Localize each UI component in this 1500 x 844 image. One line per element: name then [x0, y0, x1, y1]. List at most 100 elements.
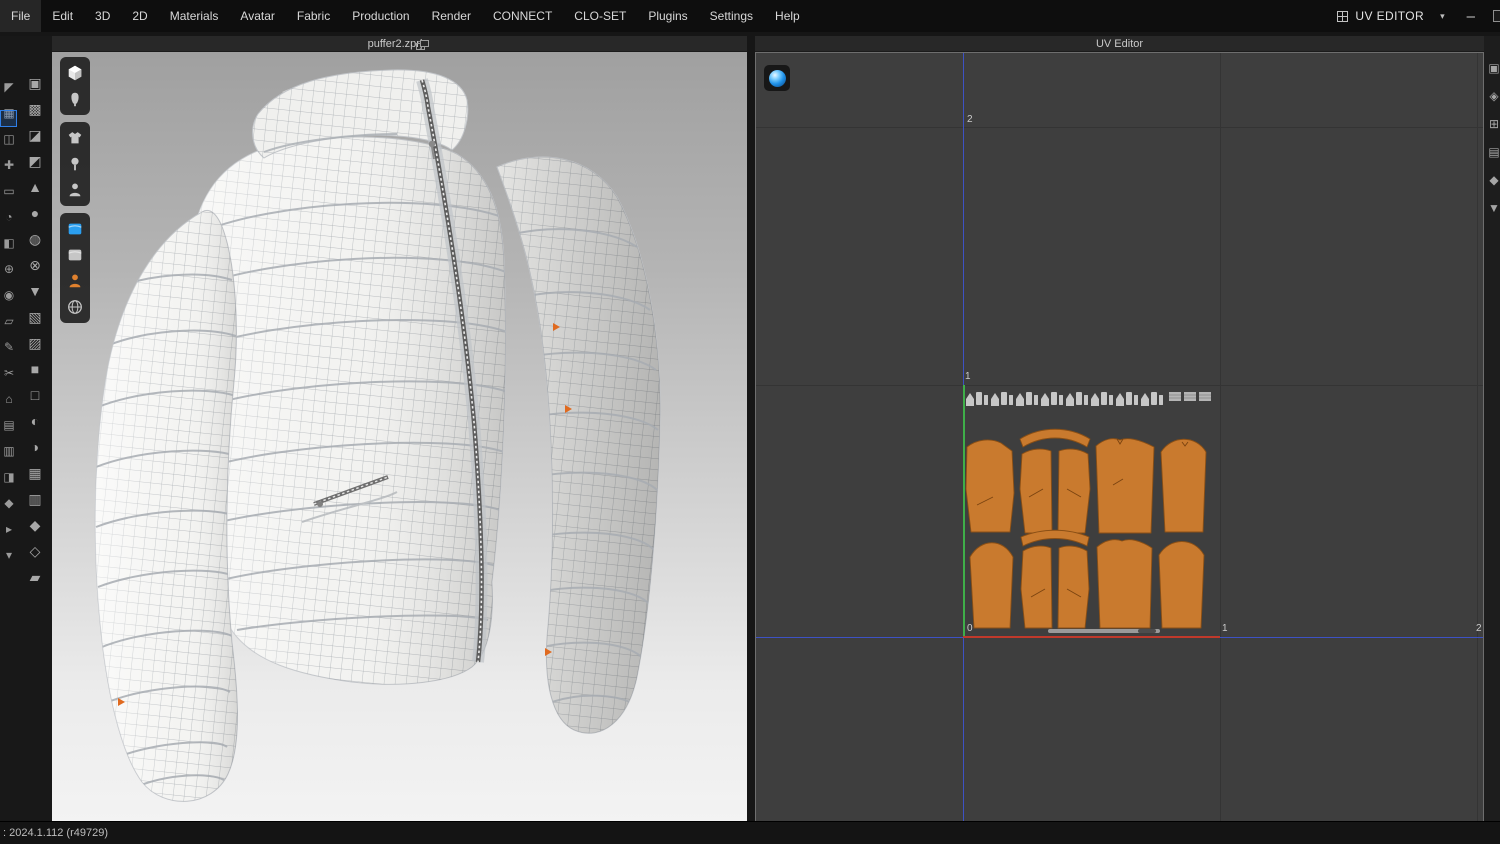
tool-icon[interactable]: ⊗ [18, 252, 52, 278]
menu-item[interactable]: Help [764, 0, 811, 32]
uv-piece-front-left[interactable] [1019, 448, 1053, 534]
tool-icon[interactable]: ⊞ [1484, 116, 1500, 132]
menu-item[interactable]: Plugins [637, 0, 698, 32]
tool-icon[interactable]: ▸ [0, 516, 18, 542]
selected-tool-highlight[interactable] [0, 110, 17, 127]
tool-icon[interactable]: ◑ [18, 434, 52, 460]
tool-icon[interactable]: ◤ [0, 74, 18, 100]
pocket-zipper-pull[interactable] [317, 501, 323, 507]
window-corner-icon[interactable] [1493, 10, 1500, 22]
tool-icon[interactable]: □ [18, 382, 52, 408]
uv-piece-front-lower-left[interactable] [1020, 545, 1053, 629]
menu-item[interactable]: CLO-SET [563, 0, 637, 32]
material-sphere-button[interactable] [764, 65, 790, 91]
tool-icon[interactable]: ▰ [18, 564, 52, 590]
uv-piece-sleeve-top[interactable] [1160, 438, 1207, 533]
menu-item[interactable]: Edit [41, 0, 84, 32]
menu-item[interactable]: File [0, 0, 42, 32]
pin-icon[interactable] [64, 153, 86, 175]
menu-item[interactable]: Avatar [229, 0, 285, 32]
globe-icon[interactable] [64, 296, 86, 318]
uv-piece-sleeve-bottom[interactable] [1158, 541, 1205, 629]
uv-piece-back-bottom[interactable] [1096, 539, 1153, 629]
tool-icon[interactable]: ✎ [0, 334, 18, 360]
tool-icon[interactable]: ✚ [0, 152, 18, 178]
panel-divider[interactable] [747, 36, 755, 822]
menu-item[interactable]: 3D [84, 0, 121, 32]
uv-piece-front-right[interactable] [1057, 448, 1091, 534]
garment-shirt-icon[interactable] [64, 127, 86, 149]
uv-piece-sleeve-lower-left[interactable] [969, 542, 1014, 629]
tool-icon[interactable]: ◉ [0, 282, 18, 308]
menu-item[interactable]: Materials [159, 0, 230, 32]
tool-icon[interactable]: ▲ [18, 174, 52, 200]
minimize-button[interactable]: – [1461, 8, 1481, 25]
tool-icon[interactable]: ▩ [18, 96, 52, 122]
menu-item[interactable]: 2D [121, 0, 158, 32]
tool-icon[interactable]: ▤ [0, 412, 18, 438]
tool-icon[interactable]: ◨ [0, 464, 18, 490]
tool-icon[interactable]: ■ [18, 356, 52, 382]
uv-editor-mode-selector[interactable]: UV EDITOR [1337, 9, 1424, 23]
tool-icon[interactable]: ◆ [0, 490, 18, 516]
menu-item[interactable]: Render [421, 0, 482, 32]
pattern-thumbnails-row[interactable] [966, 391, 1212, 406]
cube-3d-view-icon[interactable] [64, 62, 86, 84]
jacket-right-sleeve[interactable] [496, 156, 661, 734]
tool-icon[interactable]: ▥ [18, 486, 52, 512]
tool-icon[interactable]: ▥ [0, 438, 18, 464]
tool-icon[interactable]: ◩ [18, 148, 52, 174]
tool-icon[interactable]: ◔ [0, 204, 18, 230]
tool-icon[interactable]: ◐ [18, 408, 52, 434]
menu-item[interactable]: Settings [699, 0, 764, 32]
tool-icon[interactable]: ⊕ [0, 256, 18, 282]
tool-icon[interactable]: ▾ [0, 542, 18, 568]
uv-editor-title-bar[interactable]: UV Editor [755, 36, 1484, 52]
mode-dropdown-caret-icon[interactable]: ▾ [1436, 11, 1449, 22]
fabric-swatch-gray-icon[interactable] [64, 244, 86, 266]
avatar-icon[interactable] [64, 179, 86, 201]
tool-icon[interactable]: ● [18, 200, 52, 226]
uv-editor-canvas[interactable]: 2 1 0 1 2 [755, 52, 1484, 822]
dress-form-icon[interactable] [64, 88, 86, 110]
menu-item[interactable]: CONNECT [482, 0, 563, 32]
jacket-body[interactable] [188, 136, 508, 685]
uv-piece-back-top[interactable] [1095, 438, 1155, 534]
tool-icon[interactable]: ▦ [18, 460, 52, 486]
tool-icon[interactable]: ◈ [1484, 88, 1500, 104]
tool-icon[interactable]: ◆ [1484, 172, 1500, 188]
tool-icon[interactable]: ✂ [0, 360, 18, 386]
tool-icon[interactable]: ◪ [18, 122, 52, 148]
tool-icon[interactable]: ▨ [18, 330, 52, 356]
viewport-title-bar[interactable]: puffer2.zprj [52, 36, 747, 52]
uv-zoom-scrollbar-thumb[interactable] [1138, 629, 1156, 633]
uv-piece-collar-top[interactable] [1019, 428, 1091, 448]
tool-icon[interactable]: ▣ [18, 70, 52, 96]
menu-item[interactable]: Production [341, 0, 420, 32]
tool-icon[interactable]: ▭ [0, 178, 18, 204]
zipper-pull[interactable] [428, 140, 436, 148]
jacket-left-sleeve[interactable] [94, 209, 239, 802]
float-window-icon[interactable] [416, 40, 430, 50]
tool-icon[interactable]: ◫ [0, 126, 18, 152]
tool-icon[interactable]: ◧ [0, 230, 18, 256]
avatar-orange-icon[interactable] [64, 270, 86, 292]
menu-item[interactable]: Fabric [286, 0, 341, 32]
tool-icon[interactable]: ▱ [0, 308, 18, 334]
uv-zoom-scrollbar[interactable] [1048, 629, 1160, 633]
tool-icon[interactable]: ▧ [18, 304, 52, 330]
tool-icon[interactable]: ▼ [1484, 200, 1500, 216]
tool-icon[interactable]: ▼ [18, 278, 52, 304]
uv-piece-front-side-left[interactable] [965, 439, 1015, 533]
tool-icon[interactable]: ◆ [18, 512, 52, 538]
tool-icon[interactable]: ▣ [1484, 60, 1500, 76]
uv-piece-front-lower-right[interactable] [1057, 545, 1090, 629]
tool-icon[interactable]: ▤ [1484, 144, 1500, 160]
tool-icon[interactable]: ◇ [18, 538, 52, 564]
fabric-swatch-blue-icon[interactable] [64, 218, 86, 240]
uv-tick-u1: 1 [1222, 623, 1228, 634]
tool-icon[interactable]: ⌂ [0, 386, 18, 412]
uv-gridline-h [756, 127, 1483, 128]
viewport-3d-canvas[interactable] [52, 52, 747, 822]
tool-icon[interactable]: ◍ [18, 226, 52, 252]
